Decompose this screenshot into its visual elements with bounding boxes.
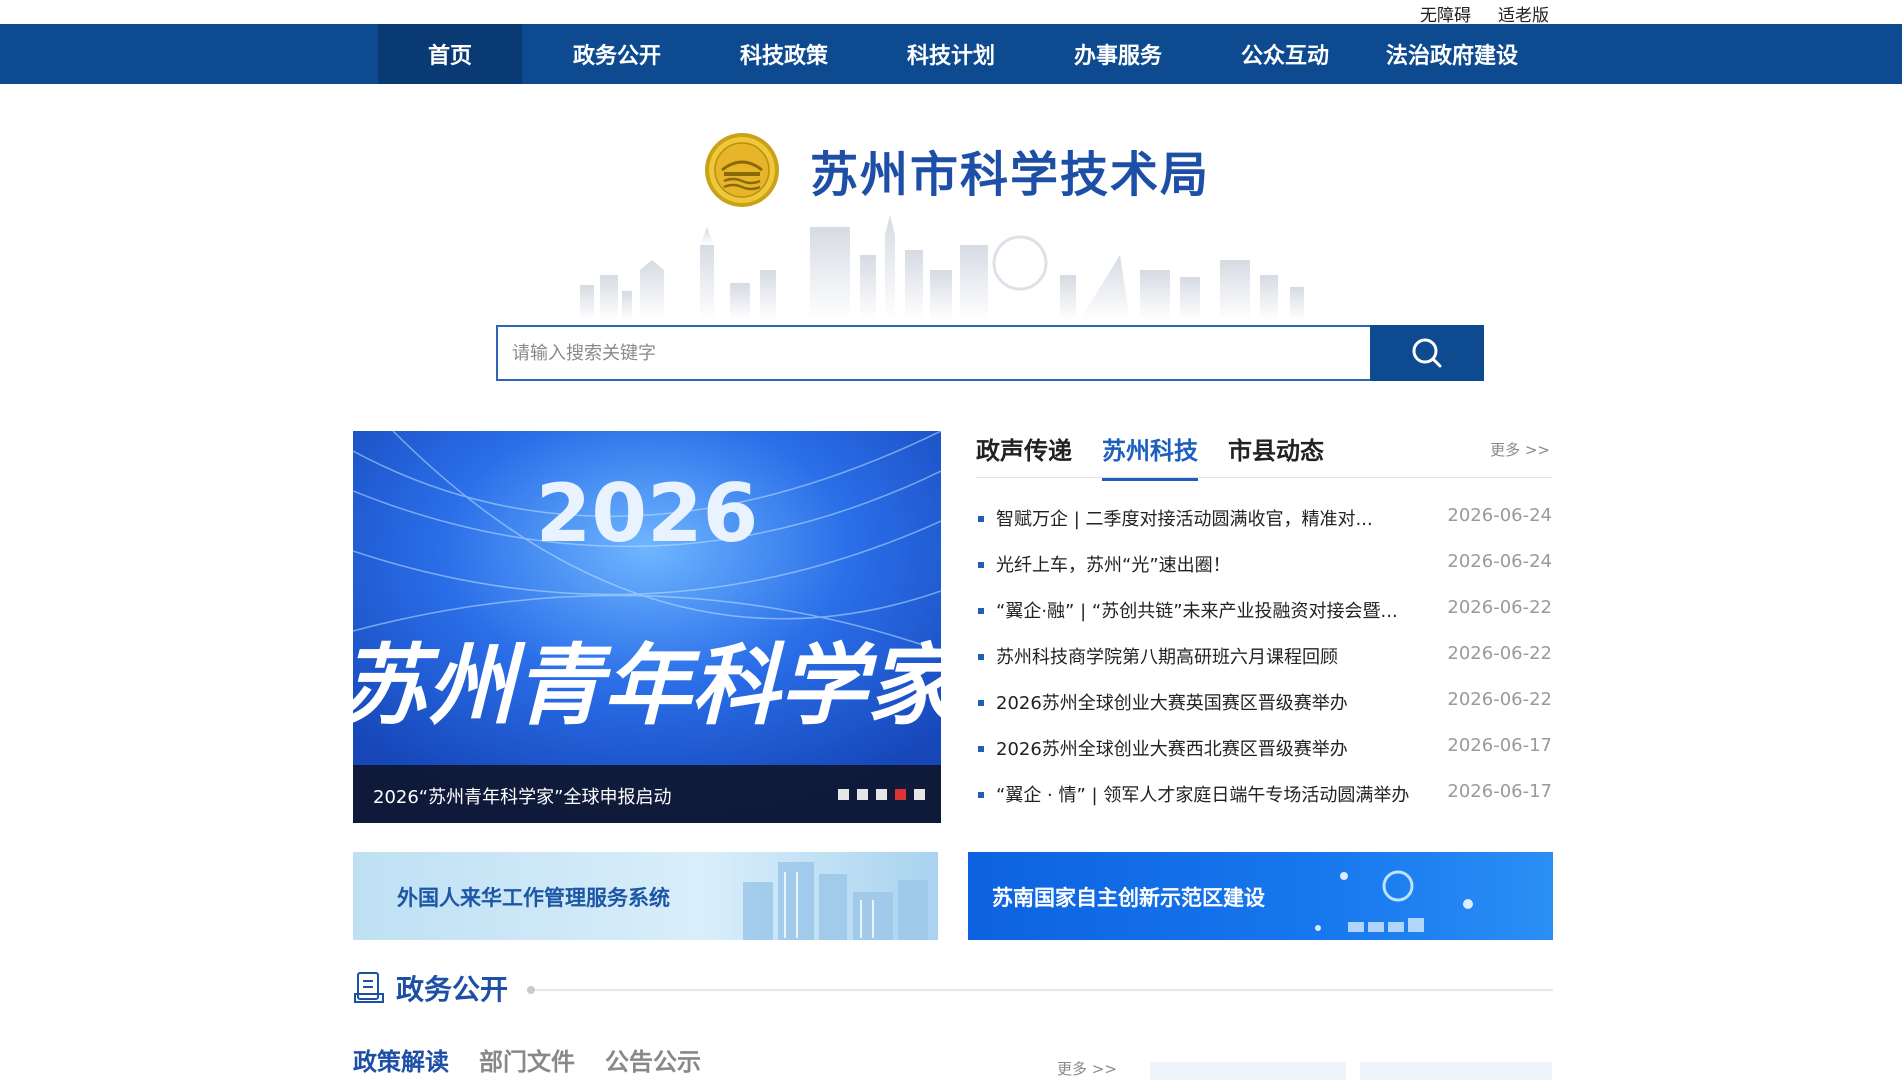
- news-item-title[interactable]: 2026苏州全球创业大赛西北赛区晋级赛举办: [996, 735, 1348, 761]
- news-item-date: 2026-06-17: [1447, 781, 1552, 802]
- news-item-title[interactable]: 智赋万企 | 二季度对接活动圆满收官，精准对...: [996, 505, 1373, 531]
- tab-policy-voice[interactable]: 政声传递: [976, 431, 1072, 478]
- news-item[interactable]: “翼企·融” | “苏创共链”未来产业投融资对接会暨... 2026-06-22: [976, 597, 1552, 643]
- search-bar: [496, 325, 1484, 381]
- slide-title-text: 苏州青年科学家: [353, 633, 941, 737]
- carousel-dot-3[interactable]: [876, 789, 887, 800]
- section-sub-tabs: 政策解读 部门文件 公告公示: [353, 1042, 953, 1080]
- banner-left-label: 外国人来华工作管理服务系统: [397, 886, 670, 910]
- emblem-logo: [705, 133, 779, 207]
- carousel-caption-bar: 2026“苏州青年科学家”全球申报启动: [353, 765, 941, 823]
- news-item-date: 2026-06-22: [1447, 689, 1552, 710]
- section-preview-card: [1360, 1062, 1552, 1080]
- nav-item-public-interaction[interactable]: 公众互动: [1190, 24, 1380, 84]
- section-title: 政务公开: [396, 973, 509, 1006]
- bullet-icon: [978, 700, 984, 706]
- news-tabs: 政声传递 苏州科技 市县动态 更多 >>: [976, 431, 1552, 481]
- news-panel: 政声传递 苏州科技 市县动态 更多 >> 智赋万企 | 二季度对接活动圆满收官，…: [976, 431, 1552, 806]
- nav-item-services[interactable]: 办事服务: [1046, 24, 1190, 84]
- news-item[interactable]: 苏州科技商学院第八期高研班六月课程回顾 2026-06-22: [976, 643, 1552, 689]
- news-carousel[interactable]: 2026 苏州青年科学家 2026“苏州青年科学家”全球申报启动: [353, 431, 941, 823]
- nav-item-government-affairs[interactable]: 政务公开: [522, 24, 712, 84]
- carousel-caption[interactable]: 2026“苏州青年科学家”全球申报启动: [373, 783, 671, 809]
- nav-item-home[interactable]: 首页: [378, 24, 522, 84]
- news-item[interactable]: 智赋万企 | 二季度对接活动圆满收官，精准对... 2026-06-24: [976, 505, 1552, 551]
- news-item-title[interactable]: 苏州科技商学院第八期高研班六月课程回顾: [996, 643, 1338, 669]
- section-government-affairs: 政务公开: [353, 968, 1553, 1008]
- news-item-title[interactable]: “翼企·融” | “苏创共链”未来产业投融资对接会暨...: [996, 597, 1398, 623]
- document-icon: [354, 972, 384, 1003]
- bullet-icon: [978, 654, 984, 660]
- news-item-title[interactable]: “翼企 · 情” | 领军人才家庭日端午专场活动圆满举办: [996, 781, 1409, 807]
- search-button[interactable]: [1370, 325, 1484, 381]
- search-input[interactable]: [496, 325, 1370, 381]
- tab-county-news[interactable]: 市县动态: [1228, 431, 1324, 478]
- news-item-date: 2026-06-17: [1447, 735, 1552, 756]
- accessibility-link[interactable]: 无障碍: [1420, 1, 1471, 26]
- news-item-title[interactable]: 光纤上车，苏州“光”速出圈！: [996, 551, 1231, 577]
- section-more-link[interactable]: 更多 >>: [1057, 1058, 1117, 1079]
- news-item[interactable]: 光纤上车，苏州“光”速出圈！ 2026-06-24: [976, 551, 1552, 597]
- bullet-icon: [978, 746, 984, 752]
- news-item-date: 2026-06-24: [1447, 505, 1552, 526]
- foreign-work-system-banner[interactable]: 外国人来华工作管理服务系统: [353, 852, 938, 940]
- section-preview-card: [1150, 1062, 1346, 1080]
- search-icon: [1412, 338, 1442, 368]
- tab-policy-interpretation[interactable]: 政策解读: [353, 1042, 449, 1077]
- news-item-date: 2026-06-22: [1447, 597, 1552, 618]
- bullet-icon: [978, 792, 984, 798]
- bullet-icon: [978, 608, 984, 614]
- carousel-dot-5[interactable]: [914, 789, 925, 800]
- tab-suzhou-tech[interactable]: 苏州科技: [1102, 431, 1198, 481]
- news-item-date: 2026-06-24: [1447, 551, 1552, 572]
- city-skyline-illustration: [580, 215, 1304, 320]
- carousel-dot-1[interactable]: [838, 789, 849, 800]
- utility-bar: 无障碍 适老版: [0, 0, 1902, 26]
- news-item-title[interactable]: 2026苏州全球创业大赛英国赛区晋级赛举办: [996, 689, 1348, 715]
- site-title: 苏州市科学技术局: [810, 147, 1211, 203]
- news-more-link[interactable]: 更多 >>: [1490, 439, 1550, 460]
- news-list: 智赋万企 | 二季度对接活动圆满收官，精准对... 2026-06-24 光纤上车…: [976, 505, 1552, 827]
- bullet-icon: [978, 516, 984, 522]
- news-item[interactable]: 2026苏州全球创业大赛英国赛区晋级赛举办 2026-06-22: [976, 689, 1552, 735]
- innovation-zone-banner[interactable]: 苏南国家自主创新示范区建设: [968, 852, 1553, 940]
- carousel-dot-2[interactable]: [857, 789, 868, 800]
- section-divider: [531, 989, 1553, 991]
- tab-department-documents[interactable]: 部门文件: [479, 1042, 575, 1077]
- main-nav: 首页 政务公开 科技政策 科技计划 办事服务 公众互动 法治政府建设: [0, 24, 1902, 84]
- nav-item-tech-plan[interactable]: 科技计划: [856, 24, 1046, 84]
- tab-announcements[interactable]: 公告公示: [605, 1042, 701, 1077]
- bullet-icon: [978, 562, 984, 568]
- elderly-mode-link[interactable]: 适老版: [1498, 1, 1549, 26]
- nav-item-rule-of-law[interactable]: 法治政府建设: [1380, 24, 1524, 84]
- news-item[interactable]: 2026苏州全球创业大赛西北赛区晋级赛举办 2026-06-17: [976, 735, 1552, 781]
- carousel-indicators: [838, 789, 925, 800]
- banner-right-label: 苏南国家自主创新示范区建设: [992, 886, 1265, 910]
- news-item-date: 2026-06-22: [1447, 643, 1552, 664]
- carousel-dot-4[interactable]: [895, 789, 906, 800]
- news-item[interactable]: “翼企 · 情” | 领军人才家庭日端午专场活动圆满举办 2026-06-17: [976, 781, 1552, 827]
- site-header: 苏州市科学技术局: [704, 130, 1210, 210]
- section-divider-dot: [527, 986, 535, 994]
- slide-year-text: 2026: [536, 467, 759, 560]
- nav-item-tech-policy[interactable]: 科技政策: [712, 24, 856, 84]
